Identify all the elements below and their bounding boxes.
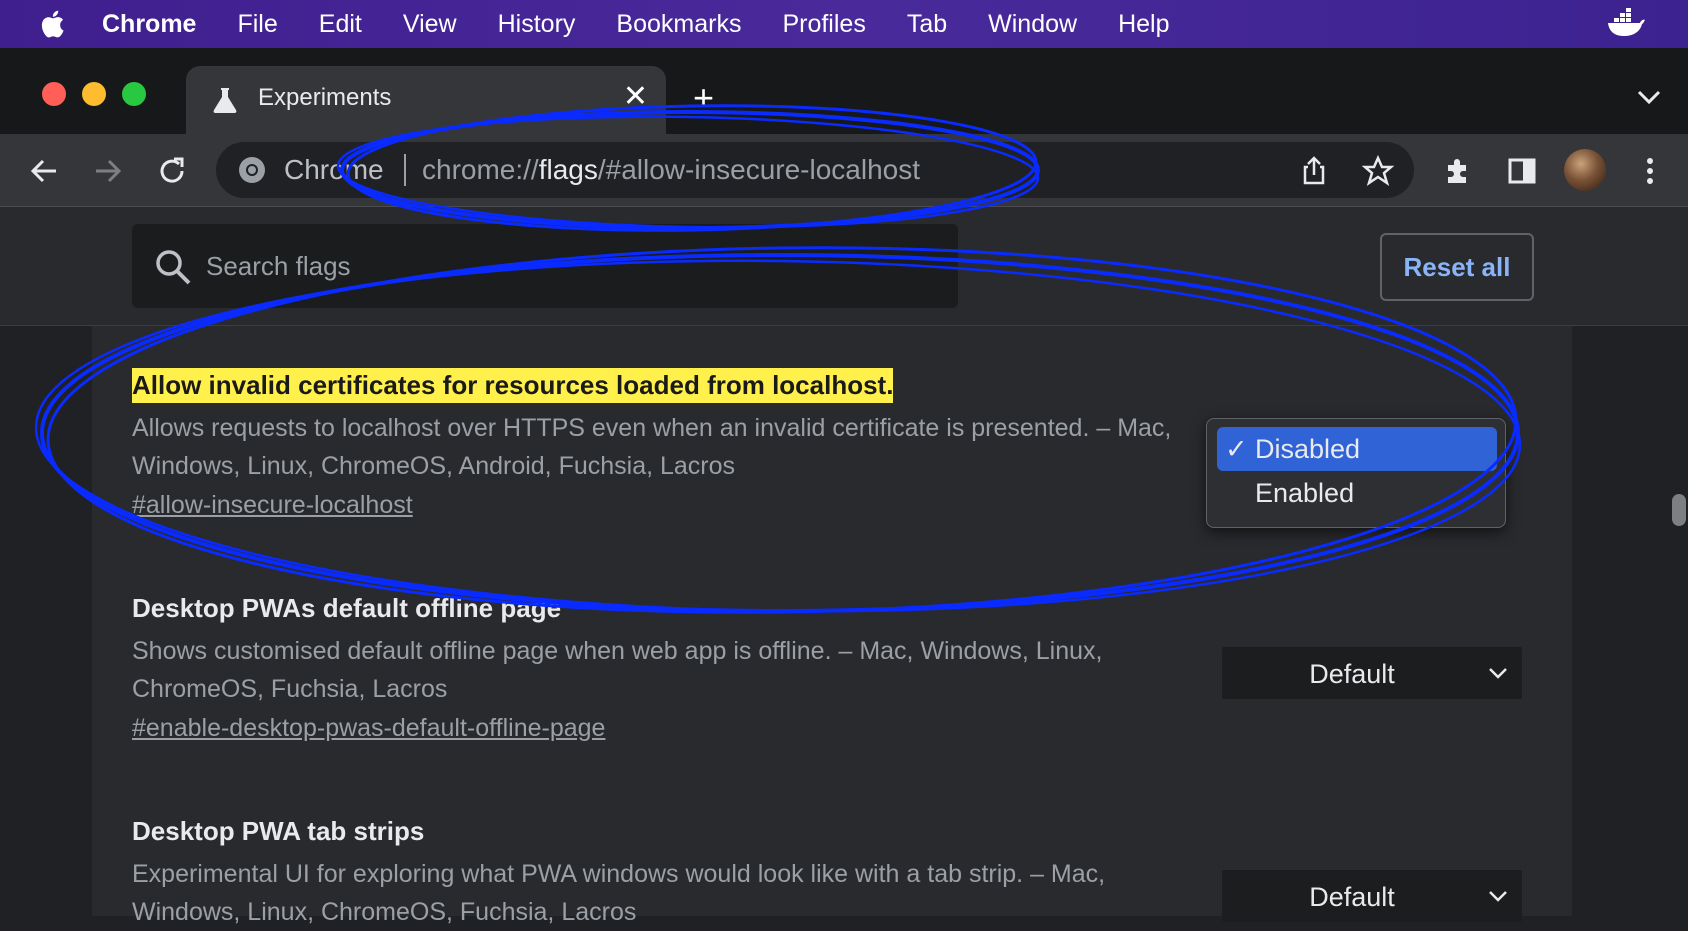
option-label: Disabled — [1255, 434, 1361, 464]
address-bar[interactable]: Chrome chrome://flags/#allow-insecure-lo… — [216, 142, 1414, 198]
scrollbar-thumb[interactable] — [1672, 494, 1686, 526]
menu-file[interactable]: File — [237, 10, 277, 39]
menu-icon[interactable] — [1634, 155, 1666, 187]
search-flags-input[interactable]: Search flags — [132, 224, 958, 308]
macos-menu-bar: Chrome File Edit View History Bookmarks … — [0, 0, 1688, 48]
tab-title: Experiments — [258, 84, 392, 111]
flag-state-select[interactable]: Default — [1222, 870, 1522, 922]
chevron-down-icon — [1489, 668, 1507, 679]
tab-experiments[interactable]: Experiments ✕ — [186, 66, 666, 134]
flag-allow-insecure-localhost: Allow invalid certificates for resources… — [132, 368, 1172, 520]
search-icon — [156, 250, 191, 285]
chevron-down-icon — [1489, 891, 1507, 902]
menu-bookmarks[interactable]: Bookmarks — [616, 10, 741, 39]
checkmark-icon: ✓ — [1225, 434, 1248, 464]
flag-title: Desktop PWAs default offline page — [132, 593, 562, 623]
flask-icon — [213, 88, 237, 113]
chrome-logo-icon — [239, 157, 265, 183]
omnibox-url[interactable]: chrome://flags/#allow-insecure-localhost — [422, 154, 920, 186]
menu-help[interactable]: Help — [1118, 10, 1169, 39]
reset-all-button[interactable]: Reset all — [1380, 233, 1534, 301]
flag-title: Desktop PWA tab strips — [132, 816, 425, 846]
omnibox-origin: Chrome — [284, 154, 384, 185]
flag-desktop-pwa-tab-strips: Desktop PWA tab strips Experimental UI f… — [132, 814, 1172, 931]
flag-state-select[interactable]: Default — [1222, 647, 1522, 699]
menu-view[interactable]: View — [403, 10, 457, 39]
flag-description: Shows customised default offline page wh… — [132, 637, 1103, 703]
menu-chrome[interactable]: Chrome — [102, 10, 196, 39]
menu-profiles[interactable]: Profiles — [782, 10, 865, 39]
zoom-window-button[interactable] — [122, 82, 146, 106]
omnibox-separator — [404, 154, 406, 186]
flag-state-dropdown: ✓ Disabled Enabled — [1206, 418, 1506, 528]
back-icon[interactable] — [28, 155, 60, 187]
flag-description: Allows requests to localhost over HTTPS … — [132, 414, 1172, 480]
flag-anchor-link[interactable]: #enable-desktop-pwas-default-offline-pag… — [132, 714, 605, 743]
forward-icon[interactable] — [92, 155, 124, 187]
docker-icon[interactable] — [1606, 8, 1646, 40]
close-window-button[interactable] — [42, 82, 66, 106]
option-enabled[interactable]: Enabled — [1217, 471, 1497, 515]
flag-desktop-pwas-offline-page: Desktop PWAs default offline page Shows … — [132, 591, 1172, 743]
flag-description: Experimental UI for exploring what PWA w… — [132, 860, 1106, 926]
apple-icon[interactable] — [38, 9, 66, 39]
select-value: Default — [1309, 659, 1395, 689]
tab-close-icon[interactable]: ✕ — [623, 82, 648, 112]
menu-history[interactable]: History — [498, 10, 576, 39]
side-panel-icon[interactable] — [1506, 155, 1538, 187]
share-icon[interactable] — [1298, 155, 1330, 187]
profile-avatar[interactable] — [1564, 149, 1606, 191]
flag-anchor-link[interactable]: #allow-insecure-localhost — [132, 491, 413, 520]
menu-window[interactable]: Window — [988, 10, 1077, 39]
option-label: Enabled — [1255, 478, 1355, 508]
select-value: Default — [1309, 882, 1395, 912]
reload-icon[interactable] — [156, 155, 188, 187]
option-disabled[interactable]: ✓ Disabled — [1217, 427, 1497, 471]
menu-edit[interactable]: Edit — [319, 10, 362, 39]
new-tab-button[interactable]: + — [693, 80, 714, 116]
menu-tab[interactable]: Tab — [907, 10, 947, 39]
search-placeholder: Search flags — [206, 251, 351, 281]
minimize-window-button[interactable] — [82, 82, 106, 106]
extensions-icon[interactable] — [1442, 155, 1474, 187]
star-icon[interactable] — [1362, 155, 1394, 187]
flag-title: Allow invalid certificates for resources… — [132, 368, 894, 403]
chevron-down-icon[interactable] — [1636, 88, 1662, 106]
